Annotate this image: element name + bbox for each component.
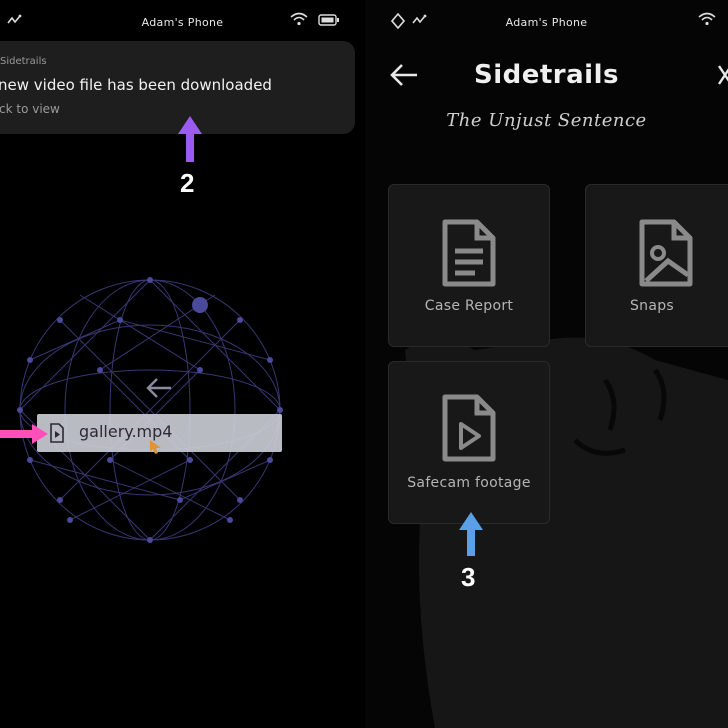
- right-arrow-icon: [0, 424, 48, 444]
- document-icon: [442, 219, 496, 287]
- back-arrow-icon[interactable]: [145, 376, 173, 400]
- up-arrow-icon: [178, 116, 202, 162]
- right-phone-screen: Adam's Phone Sidetrails The Unjust Sente…: [365, 0, 728, 728]
- video-file-icon: [442, 394, 496, 462]
- close-icon[interactable]: [717, 64, 728, 86]
- snaps-card[interactable]: Snaps: [585, 184, 728, 347]
- app-title: Sidetrails: [474, 60, 619, 90]
- card-label: Case Report: [424, 298, 514, 314]
- cursor-icon: [150, 440, 161, 454]
- notification-hint: ck to view: [0, 102, 60, 116]
- card-label: Safecam footage: [407, 475, 531, 491]
- step-number-2: 2: [180, 168, 195, 198]
- battery-icon: [318, 14, 339, 26]
- video-file-icon: [50, 423, 64, 443]
- card-label: Snaps: [629, 298, 675, 314]
- episode-subtitle: The Unjust Sentence: [446, 110, 647, 131]
- notification-message: new video file has been downloaded: [0, 76, 272, 94]
- wifi-icon: [698, 12, 716, 26]
- status-bar: Adam's Phone: [0, 0, 365, 44]
- safecam-footage-card[interactable]: Safecam footage: [388, 361, 550, 524]
- file-item-gallery[interactable]: gallery.mp4: [37, 414, 282, 454]
- wifi-icon: [290, 12, 308, 26]
- carrier-name: Adam's Phone: [141, 16, 224, 29]
- up-arrow-icon: [459, 512, 483, 556]
- left-phone-screen: Adam's Phone Sidetrails new video file h…: [0, 0, 365, 728]
- step-number-3: 3: [461, 562, 476, 592]
- case-report-card[interactable]: Case Report: [388, 184, 550, 347]
- status-bar: Adam's Phone: [365, 0, 728, 44]
- image-icon: [639, 219, 693, 287]
- notification-app-name: Sidetrails: [0, 56, 47, 67]
- carrier-name: Adam's Phone: [505, 16, 588, 29]
